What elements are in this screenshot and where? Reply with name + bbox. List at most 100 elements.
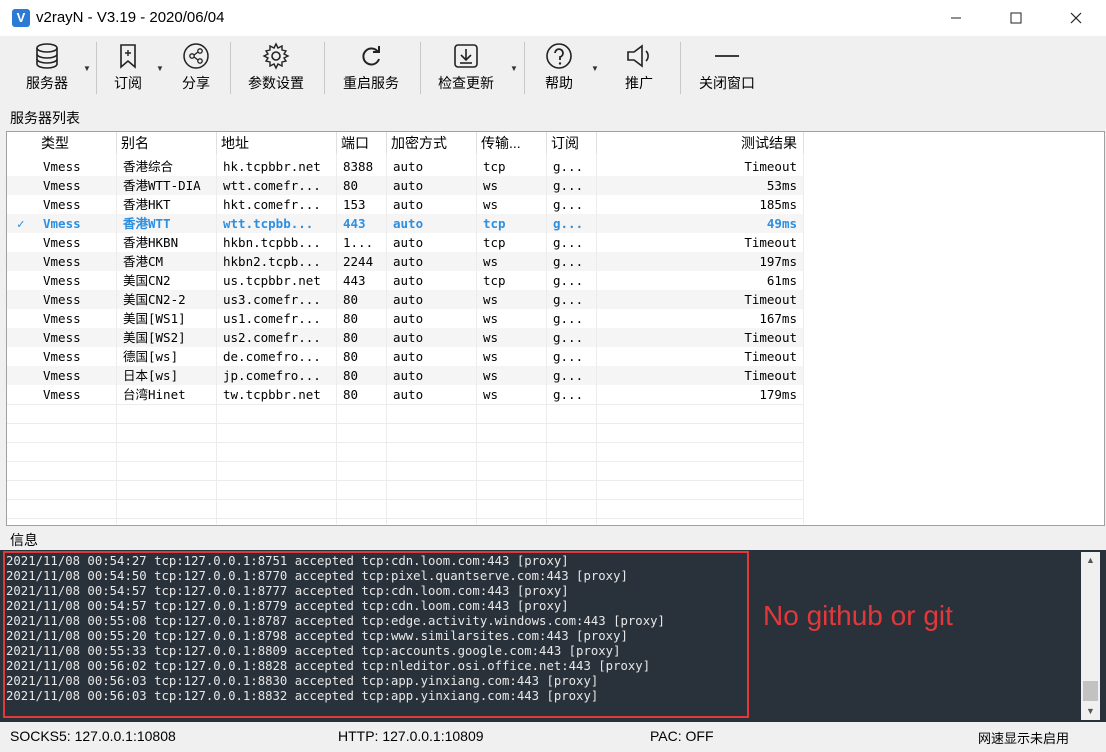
- close-icon[interactable]: [1046, 0, 1106, 36]
- servers-button[interactable]: 服务器: [20, 42, 74, 98]
- cell-network: ws: [477, 176, 547, 195]
- restart-service-button[interactable]: 重启服务: [338, 42, 404, 98]
- table-row[interactable]: Vmess 香港综合 hk.tcpbbr.net 8388 auto tcp g... Tim…: [7, 157, 804, 176]
- cell-type: Vmess: [37, 366, 117, 385]
- table-row[interactable]: Vmess 美国[WS1] us1.comefr... 80 auto ws g... 167…: [7, 309, 804, 328]
- column-header-network[interactable]: 传输...: [477, 132, 547, 154]
- cell-result: Timeout: [597, 157, 804, 176]
- cell-alias: 美国CN2: [117, 271, 217, 290]
- cell-alias: 香港WTT-DIA: [117, 176, 217, 195]
- column-header-sub[interactable]: 订阅: [547, 132, 597, 154]
- cell-port: 2244: [337, 252, 387, 271]
- column-separator: [546, 154, 547, 524]
- grid-line: [7, 404, 804, 405]
- cell-address: de.comefro...: [217, 347, 337, 366]
- app-logo-icon: V: [12, 9, 30, 27]
- share-button[interactable]: 分享: [176, 42, 216, 98]
- scroll-thumb[interactable]: [1083, 681, 1098, 701]
- table-row[interactable]: Vmess 香港CM hkbn2.tcpb... 2244 auto ws g... 197m…: [7, 252, 804, 271]
- cell-result: 61ms: [597, 271, 804, 290]
- cell-security: auto: [387, 347, 477, 366]
- table-row[interactable]: Vmess 台湾Hinet tw.tcpbbr.net 80 auto ws g... 179…: [7, 385, 804, 404]
- cell-type: Vmess: [37, 309, 117, 328]
- servers-dropdown-icon[interactable]: ▼: [83, 64, 91, 73]
- close-window-label: 关闭窗口: [699, 75, 755, 91]
- cell-sub: g...: [547, 328, 597, 347]
- table-row[interactable]: Vmess 美国CN2-2 us3.comefr... 80 auto ws g... Tim…: [7, 290, 804, 309]
- scroll-up-icon[interactable]: ▲: [1081, 552, 1100, 569]
- minimize-icon[interactable]: [926, 0, 986, 36]
- cell-address: hk.tcpbbr.net: [217, 157, 337, 176]
- column-header-alias[interactable]: 别名: [117, 132, 217, 154]
- help-button[interactable]: 帮助: [540, 42, 578, 98]
- cell-network: tcp: [477, 157, 547, 176]
- cell-type: Vmess: [37, 233, 117, 252]
- cell-result: Timeout: [597, 233, 804, 252]
- check-update-label: 检查更新: [438, 75, 494, 91]
- cell-type: Vmess: [37, 347, 117, 366]
- column-header-type[interactable]: 类型: [37, 132, 117, 154]
- table-row[interactable]: Vmess 香港WTT-DIA wtt.comefr... 80 auto ws g... 5…: [7, 176, 804, 195]
- cell-network: ws: [477, 309, 547, 328]
- status-bar: SOCKS5: 127.0.0.1:10808 HTTP: 127.0.0.1:…: [0, 724, 1106, 752]
- http-status: HTTP: 127.0.0.1:10809: [338, 728, 484, 744]
- table-row[interactable]: Vmess 美国CN2 us.tcpbbr.net 443 auto tcp g... 61m…: [7, 271, 804, 290]
- check-update-dropdown-icon[interactable]: ▼: [510, 64, 518, 73]
- cell-security: auto: [387, 366, 477, 385]
- subscribe-button[interactable]: 订阅: [108, 42, 148, 98]
- table-row[interactable]: Vmess 香港HKBN hkbn.tcpbb... 1... auto tcp g... T…: [7, 233, 804, 252]
- check-update-button[interactable]: 检查更新: [433, 42, 499, 98]
- info-label: 信息: [10, 532, 38, 548]
- cell-sub: g...: [547, 157, 597, 176]
- table-row[interactable]: Vmess 日本[ws] jp.comefro... 80 auto ws g... Time…: [7, 366, 804, 385]
- table-row[interactable]: ✓ Vmess 香港WTT wtt.tcpbb... 443 auto tcp g... 49m…: [7, 214, 804, 233]
- cell-result: Timeout: [597, 290, 804, 309]
- column-header-address[interactable]: 地址: [217, 132, 337, 154]
- cell-security: auto: [387, 328, 477, 347]
- log-scrollbar[interactable]: ▲ ▼: [1081, 552, 1100, 720]
- column-separator: [386, 154, 387, 524]
- cell-network: ws: [477, 347, 547, 366]
- speed-status: 网速显示未启用: [978, 731, 1070, 746]
- cell-port: 80: [337, 290, 387, 309]
- cell-result: 49ms: [597, 214, 804, 233]
- column-separator: [336, 154, 337, 524]
- cell-sub: g...: [547, 309, 597, 328]
- cell-security: auto: [387, 309, 477, 328]
- table-row[interactable]: Vmess 香港HKT hkt.comefr... 153 auto ws g... 185m…: [7, 195, 804, 214]
- maximize-icon[interactable]: [986, 0, 1046, 36]
- cell-security: auto: [387, 385, 477, 404]
- column-header-result[interactable]: 测试结果: [597, 132, 804, 154]
- close-window-button[interactable]: 关闭窗口: [694, 42, 760, 98]
- help-dropdown-icon[interactable]: ▼: [591, 64, 599, 73]
- cell-security: auto: [387, 271, 477, 290]
- settings-button[interactable]: 参数设置: [244, 42, 308, 98]
- table-row[interactable]: Vmess 美国[WS2] us2.comefr... 80 auto ws g... Tim…: [7, 328, 804, 347]
- cell-alias: 香港综合: [117, 157, 217, 176]
- column-separator: [116, 154, 117, 524]
- help-icon: [546, 43, 572, 69]
- cell-sub: g...: [547, 195, 597, 214]
- subscribe-dropdown-icon[interactable]: ▼: [156, 64, 164, 73]
- server-list[interactable]: 类型 别名 地址 端口 加密方式 传输... 订阅 测试结果 Vmess 香港综合 hk.tcpb…: [6, 131, 1105, 526]
- grid-line: [7, 461, 804, 462]
- annotation-text: No github or git: [763, 600, 953, 631]
- cell-network: ws: [477, 195, 547, 214]
- column-header-port[interactable]: 端口: [337, 132, 387, 154]
- cell-address: hkbn.tcpbb...: [217, 233, 337, 252]
- cell-alias: 台湾Hinet: [117, 385, 217, 404]
- window-title: v2rayN - V3.19 - 2020/06/04: [36, 9, 225, 26]
- cell-sub: g...: [547, 271, 597, 290]
- promote-button[interactable]: 推广: [620, 42, 658, 98]
- cell-port: 80: [337, 385, 387, 404]
- scroll-down-icon[interactable]: ▼: [1081, 703, 1100, 720]
- toolbar-divider: [230, 42, 231, 94]
- column-header-security[interactable]: 加密方式: [387, 132, 477, 154]
- table-row[interactable]: Vmess 德国[ws] de.comefro... 80 auto ws g... Time…: [7, 347, 804, 366]
- cell-alias: 德国[ws]: [117, 347, 217, 366]
- cell-address: wtt.tcpbb...: [217, 214, 337, 233]
- cell-alias: 香港WTT: [117, 214, 217, 233]
- cell-result: 167ms: [597, 309, 804, 328]
- cell-address: jp.comefro...: [217, 366, 337, 385]
- cell-security: auto: [387, 252, 477, 271]
